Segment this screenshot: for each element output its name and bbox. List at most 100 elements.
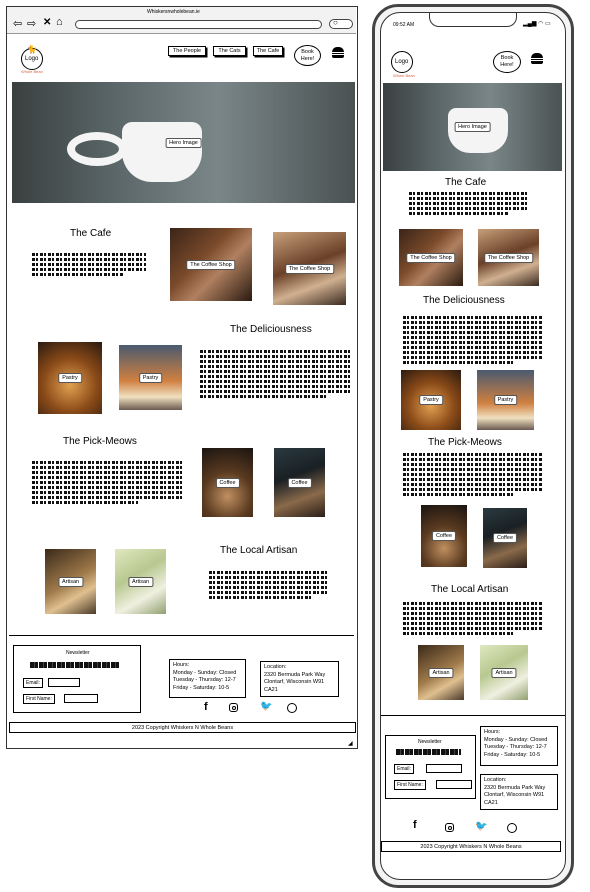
- nav-link-people[interactable]: The People: [168, 46, 206, 56]
- mobile-facebook-icon[interactable]: f: [413, 819, 417, 831]
- cafe-image-2: The Coffee Shop: [273, 232, 346, 305]
- mobile-instagram-icon[interactable]: [445, 823, 454, 832]
- mobile-copyright-bar: 2023 Copyright Whiskers N Whole Beans: [381, 841, 561, 852]
- location-box: Location: 2320 Bermuda Park Way Clontarf…: [260, 661, 339, 697]
- nav-link-cats[interactable]: The Cats: [213, 46, 246, 56]
- mobile-hours-line: Monday - Sunday: Closed: [484, 736, 548, 743]
- copyright-bar: 2023 Copyright Whiskers N Whole Beans: [9, 722, 356, 733]
- hours-line: Tuesday - Thursday: 12-7: [173, 677, 236, 683]
- mobile-hamburger-menu-icon[interactable]: [531, 53, 543, 65]
- artisan-image-2-label: Artisan: [127, 576, 154, 587]
- mobile-coffee-image-2: Coffee: [483, 508, 527, 568]
- mobile-coffee-image-1: Coffee: [421, 505, 467, 567]
- mobile-screen: 09:52 AM ▂▄▆ ◠ ▭ Logo Whole Bean Book He…: [380, 12, 566, 880]
- location-line: CA21: [264, 686, 278, 693]
- mobile-location-line: 2320 Bermuda Park Way: [484, 784, 546, 791]
- back-icon[interactable]: ⇦: [13, 17, 22, 30]
- mobile-pastry-image-1-label: Pastry: [419, 395, 443, 405]
- mobile-copyright-text: 2023 Copyright Whiskers N Whole Beans: [420, 844, 522, 850]
- mobile-delicious-text: [403, 314, 543, 366]
- mobile-cafe-image-2: The Coffee Shop: [478, 229, 539, 286]
- mobile-footer-divider: [381, 715, 565, 716]
- mobile-pastry-image-2-label: Pastry: [493, 395, 518, 405]
- resize-handle-icon[interactable]: ◢: [348, 740, 353, 747]
- artisan-image-2: Artisan: [115, 549, 166, 614]
- phone-notch: [429, 13, 517, 27]
- mobile-location-box: Location: 2320 Bermuda Park Way Clontarf…: [480, 774, 558, 810]
- artisan-text: [209, 569, 329, 601]
- first-name-field[interactable]: [64, 694, 98, 703]
- mobile-location-title: Location:: [484, 777, 507, 783]
- pastry-image-1-label: Pastry: [58, 373, 82, 383]
- book-button[interactable]: Book Here!: [294, 45, 321, 66]
- hours-box: Hours: Monday - Sunday: Closed Tuesday -…: [169, 659, 246, 698]
- mobile-newsletter-box: Newsletter Email: First Name:: [385, 735, 476, 799]
- mobile-logo-subtext: Whole Bean: [393, 73, 415, 78]
- newsletter-box: Newsletter Email: First Name:: [13, 645, 141, 713]
- twitter-icon[interactable]: 🐦: [260, 701, 272, 712]
- facebook-icon[interactable]: f: [204, 701, 208, 713]
- mobile-first-name-label: First Name:: [394, 780, 426, 790]
- mobile-hours-title: Hours:: [484, 729, 501, 735]
- cafe-image-1: The Coffee Shop: [170, 228, 252, 301]
- mobile-artisan-title: The Local Artisan: [431, 584, 509, 595]
- newsletter-scribble: [30, 662, 120, 668]
- artisan-image-1-label: Artisan: [57, 576, 84, 587]
- mobile-logo[interactable]: Logo: [391, 51, 413, 73]
- close-icon[interactable]: ✕: [43, 17, 51, 28]
- signal-icon: ▂▄▆ ◠ ▭: [523, 21, 551, 27]
- delicious-text: [200, 348, 351, 400]
- hero-image: Hero Image: [12, 82, 355, 203]
- mobile-whatsapp-icon[interactable]: [507, 823, 517, 833]
- mobile-delicious-title: The Deliciousness: [423, 295, 505, 306]
- mobile-cafe-text: [409, 190, 527, 217]
- mobile-twitter-icon[interactable]: 🐦: [475, 821, 487, 832]
- mobile-hours-line: Tuesday - Thursday: 12-7: [484, 744, 547, 750]
- hamburger-menu-icon[interactable]: [332, 47, 344, 59]
- first-name-label: First Name:: [23, 694, 55, 704]
- email-field[interactable]: [48, 678, 80, 687]
- artisan-image-1: Artisan: [45, 549, 96, 614]
- hours-line: Friday - Saturday: 10-5: [173, 684, 230, 691]
- cafe-text: [32, 251, 146, 278]
- logo-text: Logo: [25, 56, 39, 62]
- mobile-hours-line: Friday - Saturday: 10-5: [484, 751, 541, 758]
- mobile-book-label: Book Here!: [500, 55, 514, 68]
- location-line: 2320 Bermuda Park Way: [264, 671, 326, 678]
- instagram-icon[interactable]: [229, 703, 238, 712]
- mobile-coffee-image-1-label: Coffee: [431, 531, 457, 541]
- mobile-hours-box: Hours: Monday - Sunday: Closed Tuesday -…: [480, 726, 558, 766]
- search-field[interactable]: ○: [329, 18, 353, 29]
- mobile-location-line: CA21: [484, 799, 498, 806]
- desktop-wireframe: Whiskersnwholebean.ie ⇦ ⇨ ✕ ⌂ ○ Logo 🐈 W…: [6, 6, 358, 749]
- address-bar[interactable]: [75, 20, 322, 29]
- mobile-artisan-text: [403, 600, 543, 637]
- mobile-artisan-image-1-label: Artisan: [428, 667, 454, 678]
- artisan-title: The Local Artisan: [220, 545, 298, 556]
- location-title: Location:: [264, 664, 287, 670]
- cafe-image-1-label: The Coffee Shop: [186, 259, 236, 270]
- delicious-title: The Deliciousness: [230, 324, 312, 335]
- mobile-coffee-image-2-label: Coffee: [492, 533, 518, 543]
- newsletter-title: Newsletter: [66, 650, 90, 656]
- logo-cat-icon: 🐈: [27, 45, 37, 54]
- cafe-title: The Cafe: [70, 228, 112, 239]
- coffee-image-2: Coffee: [274, 448, 325, 517]
- mobile-cafe-title: The Cafe: [445, 177, 487, 188]
- hours-line: Monday - Sunday: Closed: [173, 669, 237, 676]
- mobile-artisan-image-1: Artisan: [418, 645, 464, 700]
- mobile-pastry-image-1: Pastry: [401, 370, 461, 430]
- mobile-first-name-field[interactable]: [436, 780, 472, 789]
- pickmeows-text: [32, 459, 183, 506]
- whatsapp-icon[interactable]: [287, 703, 297, 713]
- mobile-book-button[interactable]: Book Here!: [493, 51, 521, 73]
- nav-link-cafe[interactable]: The Cafe: [253, 46, 283, 56]
- mobile-newsletter-scribble: [396, 749, 461, 755]
- forward-icon[interactable]: ⇨: [27, 17, 36, 30]
- coffee-image-1-label: Coffee: [215, 477, 240, 488]
- email-label: Email:: [23, 678, 43, 688]
- mobile-email-field[interactable]: [426, 764, 462, 773]
- home-icon[interactable]: ⌂: [56, 16, 63, 28]
- mobile-pickmeows-title: The Pick-Meows: [428, 437, 502, 448]
- hero-label: Hero Image: [165, 137, 202, 148]
